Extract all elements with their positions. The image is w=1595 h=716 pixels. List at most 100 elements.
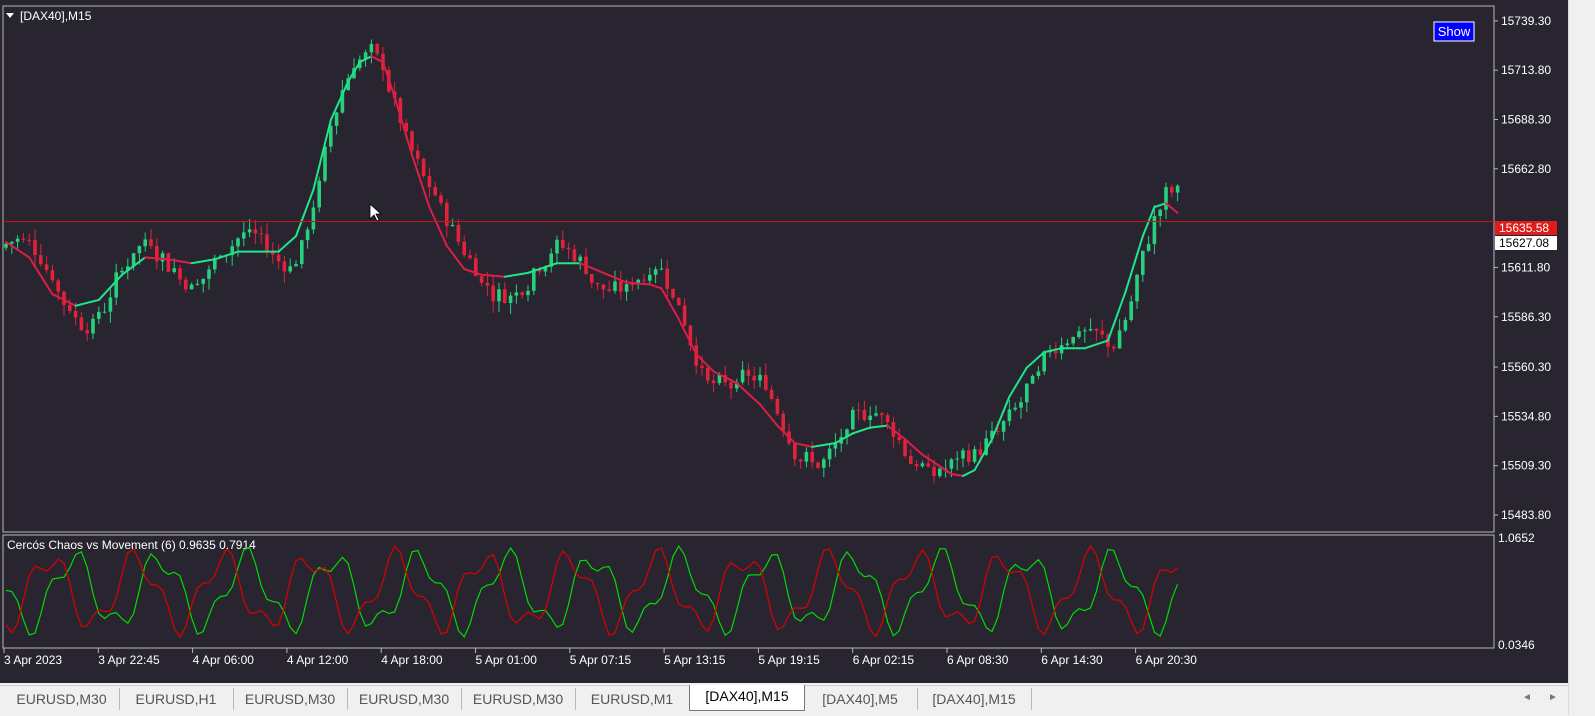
candle-body [1077, 331, 1081, 337]
candle-body [555, 240, 559, 254]
candle-body [1002, 421, 1006, 432]
scroll-left-icon[interactable]: ◄ [1522, 692, 1532, 703]
tab-eurusd-m30[interactable]: EURUSD,M30 [347, 688, 462, 710]
candle-body [526, 291, 530, 295]
candle-body [1019, 402, 1023, 407]
candle-body [422, 159, 426, 176]
candle-body [955, 459, 959, 460]
candle-body [1042, 352, 1046, 372]
candle-body [439, 195, 443, 203]
indicator-tick-label: 0.0346 [1498, 638, 1535, 652]
tab-dax40-m15[interactable]: [DAX40],M15 [689, 685, 805, 711]
candle-body [4, 244, 8, 248]
time-tick-label: 4 Apr 06:00 [193, 653, 255, 667]
candle-body [486, 283, 490, 286]
candle-body [236, 238, 240, 246]
time-tick-label: 5 Apr 19:15 [758, 653, 820, 667]
candle-body [190, 285, 194, 290]
candle-body [770, 390, 774, 399]
candle-body [834, 444, 838, 449]
tab-eurusd-m30[interactable]: EURUSD,M30 [461, 688, 576, 710]
price-tick-label: 15662.80 [1501, 162, 1551, 176]
candle-body [68, 305, 72, 311]
candle-body [1031, 376, 1035, 384]
candle-body [120, 271, 124, 273]
candle-body [288, 266, 292, 271]
candle-body [1083, 330, 1087, 331]
candle-body [201, 279, 205, 284]
scrollbar[interactable] [1568, 0, 1595, 715]
time-tick-label: 5 Apr 07:15 [570, 653, 632, 667]
show-button[interactable]: Show [1434, 22, 1474, 41]
candle-body [207, 269, 211, 278]
candle-body [294, 264, 298, 266]
candle-body [822, 459, 826, 468]
candle-body [1089, 329, 1093, 330]
price-chart[interactable]: [DAX40],M15 Show 15739.3015713.8015688.3… [0, 0, 1568, 683]
tab-eurusd-h1[interactable]: EURUSD,H1 [119, 688, 234, 710]
current-price-text: 15627.08 [1499, 236, 1549, 250]
candle-body [851, 410, 855, 430]
candle-body [491, 286, 495, 302]
candle-body [816, 462, 820, 467]
candle-body [1071, 337, 1075, 343]
candle-body [242, 232, 246, 238]
candle-body [445, 203, 449, 226]
candle-body [1170, 187, 1174, 192]
candle-body [161, 253, 165, 261]
candle-body [718, 375, 722, 383]
candle-body [468, 255, 472, 258]
candle-body [300, 240, 304, 264]
scroll-right-icon[interactable]: ► [1548, 692, 1558, 703]
candle-body [1158, 210, 1162, 216]
candle-body [573, 249, 577, 261]
candle-body [590, 274, 594, 283]
candle-body [33, 240, 37, 255]
candle-body [665, 269, 669, 289]
candle-body [172, 268, 176, 272]
candle-body [805, 452, 809, 462]
candle-body [880, 413, 884, 415]
time-tick-label: 6 Apr 08:30 [947, 653, 1009, 667]
tab-eurusd-m30[interactable]: EURUSD,M30 [4, 688, 120, 710]
price-tick-label: 15739.30 [1501, 14, 1551, 28]
candle-body [184, 280, 188, 290]
price-tick-label: 15586.30 [1501, 310, 1551, 324]
tab-dax40-m15[interactable]: [DAX40],M15 [917, 688, 1032, 710]
candle-body [567, 248, 571, 250]
chart-window[interactable]: [DAX40],M15 Show 15739.3015713.8015688.3… [0, 0, 1568, 683]
candle-body [56, 280, 60, 291]
candle-body [114, 272, 118, 297]
candle-body [259, 233, 263, 234]
candle-body [80, 317, 84, 330]
candle-body [700, 366, 704, 368]
candle-body [1135, 275, 1139, 302]
candle-body [428, 176, 432, 187]
candle-body [903, 440, 907, 456]
tab-dax40-m5[interactable]: [DAX40],M5 [803, 688, 918, 710]
time-tick-label: 6 Apr 20:30 [1136, 653, 1198, 667]
candle-body [950, 459, 954, 468]
time-tick-label: 3 Apr 2023 [4, 653, 62, 667]
tab-eurusd-m1[interactable]: EURUSD,M1 [575, 688, 690, 710]
tab-eurusd-m30[interactable]: EURUSD,M30 [233, 688, 348, 710]
candle-body [729, 382, 733, 388]
candle-body [758, 375, 762, 381]
chart-background [0, 0, 1568, 683]
candle-body [828, 449, 832, 460]
candle-body [515, 292, 519, 295]
candle-body [509, 296, 513, 303]
candle-body [932, 467, 936, 476]
candle-body [909, 456, 913, 464]
candle-body [1164, 187, 1168, 210]
candle-body [961, 450, 965, 458]
candle-body [149, 239, 153, 246]
candle-body [248, 229, 252, 232]
candle-body [1037, 371, 1041, 375]
candle-body [196, 284, 200, 285]
price-tick-label: 15560.30 [1501, 360, 1551, 374]
indicator-tick-label: 1.0652 [1498, 531, 1535, 545]
candle-body [752, 376, 756, 381]
candle-body [416, 151, 420, 159]
candle-body [265, 234, 269, 251]
